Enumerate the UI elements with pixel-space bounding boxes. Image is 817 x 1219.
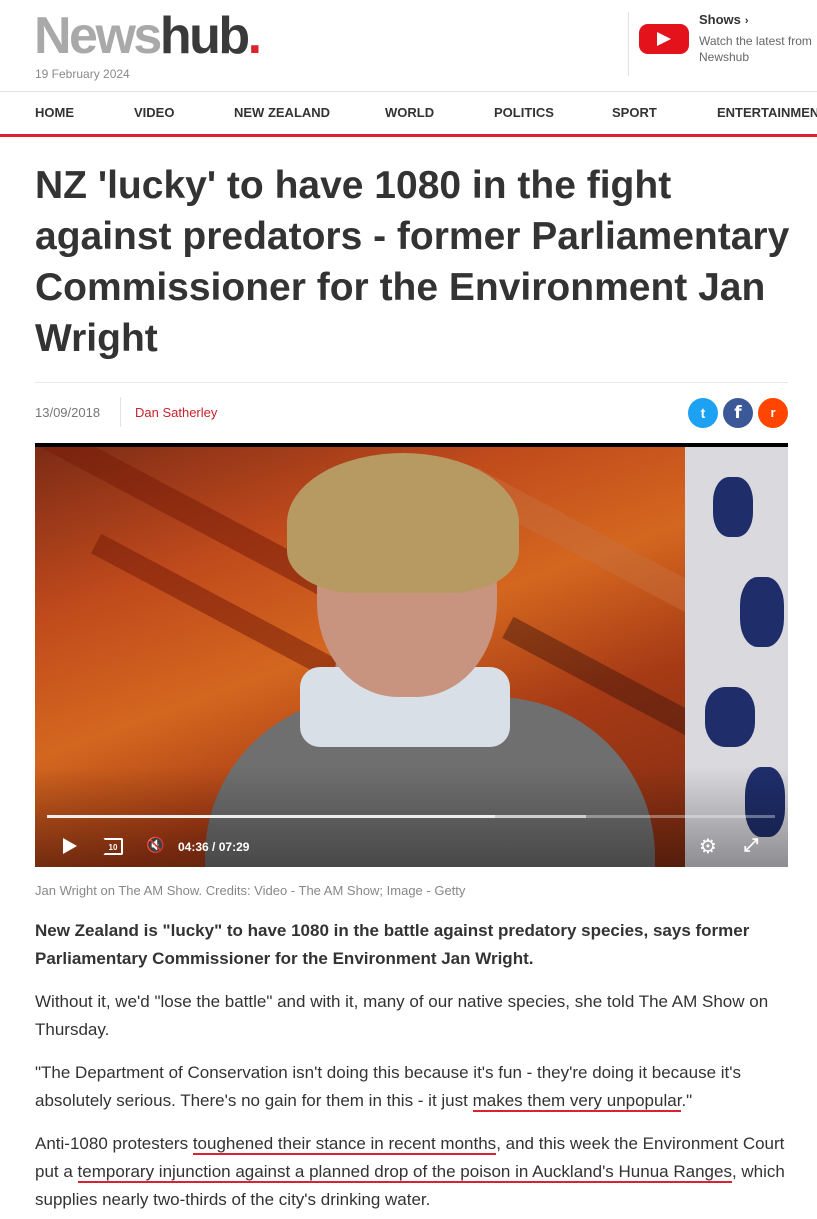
inline-link[interactable]: temporary injunction against a planned d…	[77, 1162, 732, 1183]
author-link[interactable]: Dan Satherley	[135, 405, 217, 420]
nav-item-politics[interactable]: POLITICS	[494, 105, 554, 120]
article-paragraph: Without it, we'd "lose the battle" and w…	[35, 992, 769, 1039]
nav-item-sport[interactable]: SPORT	[612, 105, 657, 120]
video-progress-fill	[47, 815, 495, 818]
reddit-share-icon[interactable]: r	[758, 398, 788, 428]
article-paragraph: "The Department of Conservation isn't do…	[35, 1059, 795, 1115]
video-time: 04:36 / 07:29	[178, 840, 249, 854]
video-frame	[35, 447, 788, 867]
article-headline: NZ 'lucky' to have 1080 in the fight aga…	[35, 164, 790, 360]
header-divider	[628, 12, 629, 76]
chevron-right-icon: ›	[744, 15, 749, 27]
meta-divider	[35, 382, 788, 383]
nav-item-entertainment[interactable]: ENTERTAINMENT	[717, 105, 817, 120]
logo-hub-text: hub	[159, 7, 250, 65]
shows-link[interactable]: Shows ›	[699, 12, 749, 27]
paragraph-text: ."	[681, 1091, 693, 1110]
nav-item-video[interactable]: VIDEO	[134, 105, 174, 120]
video-caption: Jan Wright on The AM Show. Credits: Vide…	[35, 883, 466, 898]
play-icon[interactable]	[63, 838, 77, 854]
video-progress-bar[interactable]	[47, 815, 775, 818]
time-separator: /	[212, 840, 216, 854]
shows-label: Shows	[699, 12, 741, 27]
fullscreen-icon[interactable]: ⤢	[744, 836, 758, 856]
nav-item-home[interactable]: HOME	[35, 105, 74, 120]
nav-item-world[interactable]: WORLD	[385, 105, 434, 120]
inline-link[interactable]: makes them very unpopular	[472, 1091, 682, 1112]
facebook-share-icon[interactable]: f	[723, 398, 753, 428]
header-date: 19 February 2024	[35, 67, 130, 81]
current-time: 04:36	[178, 840, 209, 854]
paragraph-text: Anti-1080 protesters	[35, 1134, 193, 1153]
newshub-logo[interactable]: Newshub.	[34, 7, 262, 65]
youtube-play-icon[interactable]	[639, 24, 689, 54]
replay-10-icon[interactable]: 10	[103, 838, 123, 855]
mute-icon[interactable]: 🔇	[146, 837, 165, 855]
meta-separator	[120, 397, 121, 427]
publish-date: 13/09/2018	[35, 405, 101, 420]
twitter-share-icon[interactable]: t	[688, 398, 718, 428]
settings-gear-icon[interactable]: ⚙	[699, 836, 717, 856]
logo-dot: .	[247, 7, 262, 65]
video-duration: 07:29	[218, 840, 250, 854]
article-lead-paragraph: New Zealand is "lucky" to have 1080 in t…	[35, 921, 750, 968]
video-player[interactable]: 10 🔇 04:36 / 07:29 ⚙ ⤢	[35, 443, 788, 867]
article-paragraph: Anti-1080 protesters toughened their sta…	[35, 1130, 795, 1214]
shows-description[interactable]: Watch the latest from Newshub	[699, 33, 817, 65]
main-nav: HOME VIDEO NEW ZEALAND WORLD POLITICS SP…	[0, 91, 817, 137]
nav-item-new-zealand[interactable]: NEW ZEALAND	[234, 105, 330, 120]
inline-link[interactable]: toughened their stance in recent months	[192, 1134, 497, 1155]
site-header: Newshub. 19 February 2024 Shows › Watch t…	[0, 0, 817, 92]
logo-news-text: News	[34, 7, 162, 65]
